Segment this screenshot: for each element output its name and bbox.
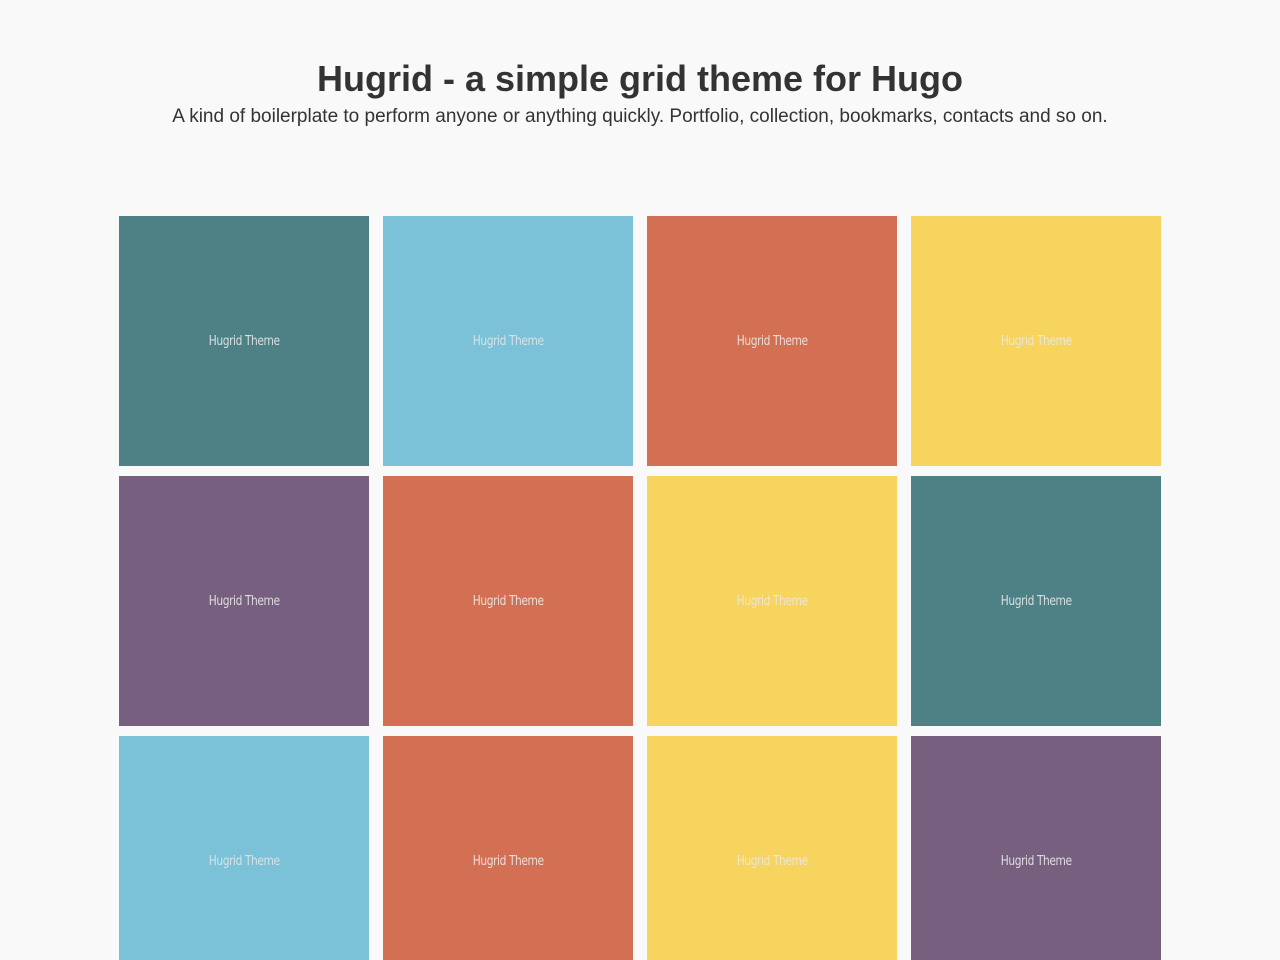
- grid-tile[interactable]: Hugrid Theme: [911, 476, 1161, 726]
- tile-label: Hugrid Theme: [1000, 593, 1072, 609]
- grid-tile[interactable]: Hugrid Theme: [647, 736, 897, 960]
- tile-label: Hugrid Theme: [736, 853, 808, 869]
- page: Hugrid - a simple grid theme for Hugo A …: [0, 0, 1280, 960]
- grid-tile[interactable]: Hugrid Theme: [647, 476, 897, 726]
- grid-tile[interactable]: Hugrid Theme: [647, 216, 897, 466]
- tile-label: Hugrid Theme: [736, 333, 808, 349]
- tile-label: Hugrid Theme: [472, 853, 544, 869]
- grid-tile[interactable]: Hugrid Theme: [911, 216, 1161, 466]
- grid-tile[interactable]: Hugrid Theme: [383, 216, 633, 466]
- grid-tile[interactable]: Hugrid Theme: [911, 736, 1161, 960]
- grid-tile[interactable]: Hugrid Theme: [119, 216, 369, 466]
- grid-tile[interactable]: Hugrid Theme: [383, 476, 633, 726]
- tile-label: Hugrid Theme: [208, 593, 280, 609]
- tile-label: Hugrid Theme: [1000, 333, 1072, 349]
- page-title: Hugrid - a simple grid theme for Hugo: [316, 58, 964, 99]
- tile-label: Hugrid Theme: [472, 333, 544, 349]
- page-subtitle: A kind of boilerplate to perform anyone …: [172, 106, 1108, 127]
- grid-tile[interactable]: Hugrid Theme: [119, 736, 369, 960]
- tile-label: Hugrid Theme: [736, 593, 808, 609]
- grid-tile[interactable]: Hugrid Theme: [119, 476, 369, 726]
- tile-label: Hugrid Theme: [208, 333, 280, 349]
- grid-tile[interactable]: Hugrid Theme: [383, 736, 633, 960]
- tile-label: Hugrid Theme: [472, 593, 544, 609]
- tile-label: Hugrid Theme: [1000, 853, 1072, 869]
- thumbnail-grid: Hugrid Theme Hugrid Theme Hugrid Theme H…: [119, 216, 1161, 960]
- tile-label: Hugrid Theme: [208, 853, 280, 869]
